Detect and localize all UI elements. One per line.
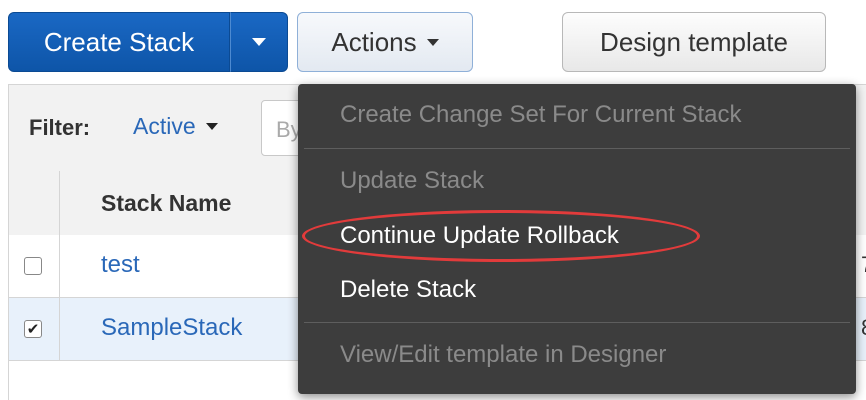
menu-divider [304,148,850,149]
menu-item-label: Update Stack [340,167,485,194]
menu-item-view-edit-template[interactable]: View/Edit template in Designer [298,328,856,382]
menu-item-continue-update-rollback[interactable]: Continue Update Rollback [298,209,856,263]
column-divider [59,235,60,297]
truncated-cell: 8 [861,315,866,341]
stack-name-link[interactable]: SampleStack [101,314,242,342]
menu-item-label: Delete Stack [340,276,477,303]
column-divider [59,171,60,235]
chevron-down-icon [205,123,218,130]
design-template-label: Design template [600,26,788,57]
menu-item-update-stack[interactable]: Update Stack [298,154,856,208]
menu-item-label: View/Edit template in Designer [340,341,667,368]
menu-item-create-change-set[interactable]: Create Change Set For Current Stack [298,88,856,142]
stack-name-link[interactable]: test [101,251,140,279]
chevron-down-icon [426,38,439,46]
chevron-down-icon [252,38,266,46]
create-stack-label: Create Stack [43,26,195,57]
row-checkbox[interactable] [24,257,42,275]
filter-status-dropdown[interactable]: Active [133,113,218,140]
actions-button[interactable]: Actions [297,12,473,72]
column-divider [59,298,60,360]
menu-item-label: Continue Update Rollback [340,222,619,249]
menu-divider [304,322,850,323]
design-template-button[interactable]: Design template [562,12,826,72]
row-checkbox[interactable]: ✔ [24,320,42,338]
menu-item-delete-stack[interactable]: Delete Stack [298,263,856,317]
filter-label: Filter: [29,115,91,140]
actions-label: Actions [331,26,417,57]
filter-status-value: Active [133,113,196,139]
create-stack-button[interactable]: Create Stack [8,12,230,72]
column-header-stack-name[interactable]: Stack Name [101,190,231,217]
actions-menu: Create Change Set For Current Stack Upda… [298,84,856,394]
checkmark-icon: ✔ [26,321,40,338]
truncated-cell: 7 [861,252,866,278]
menu-item-label: Create Change Set For Current Stack [340,101,742,128]
create-stack-dropdown-button[interactable] [230,12,288,72]
